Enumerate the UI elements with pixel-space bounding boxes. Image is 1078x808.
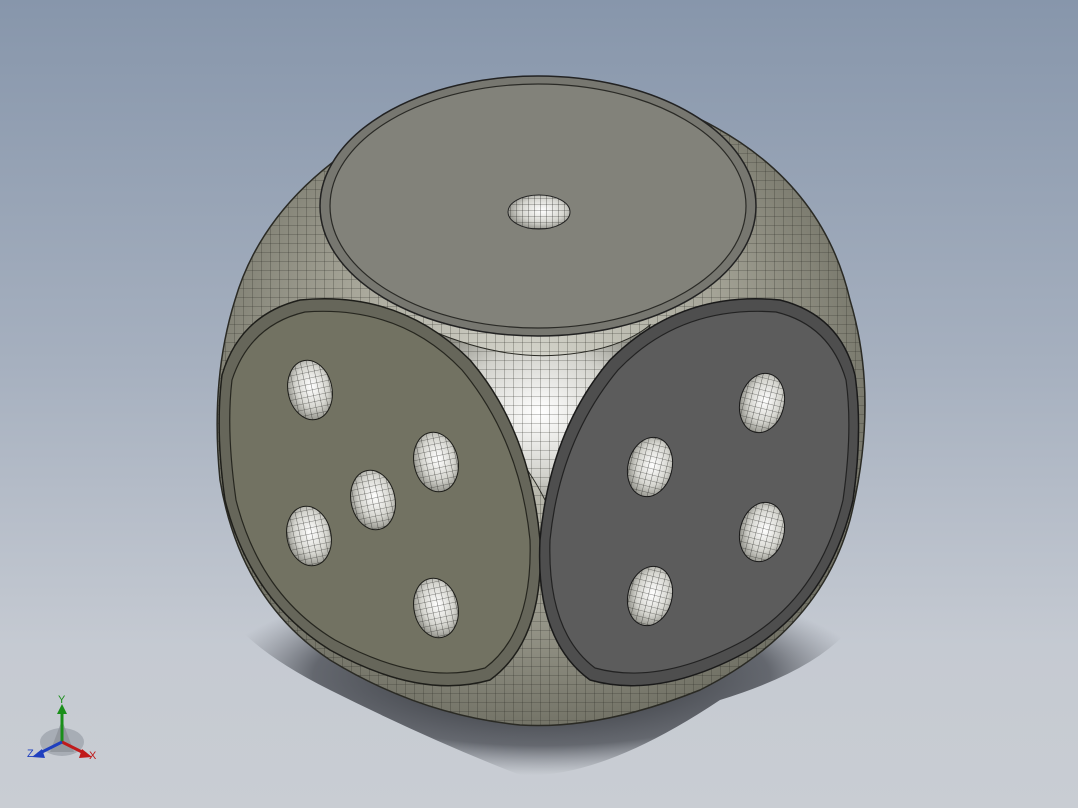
triad-y-label: Y: [58, 694, 66, 706]
coordinate-triad[interactable]: Y Z X: [22, 690, 112, 770]
triad-axes-icon: [32, 704, 92, 758]
top-face[interactable]: [319, 75, 757, 337]
triad-z-label: Z: [27, 748, 34, 760]
triad-x-label: X: [89, 750, 97, 762]
graphics-viewport[interactable]: Y Z X: [0, 0, 1078, 808]
die-model[interactable]: [0, 0, 1078, 808]
